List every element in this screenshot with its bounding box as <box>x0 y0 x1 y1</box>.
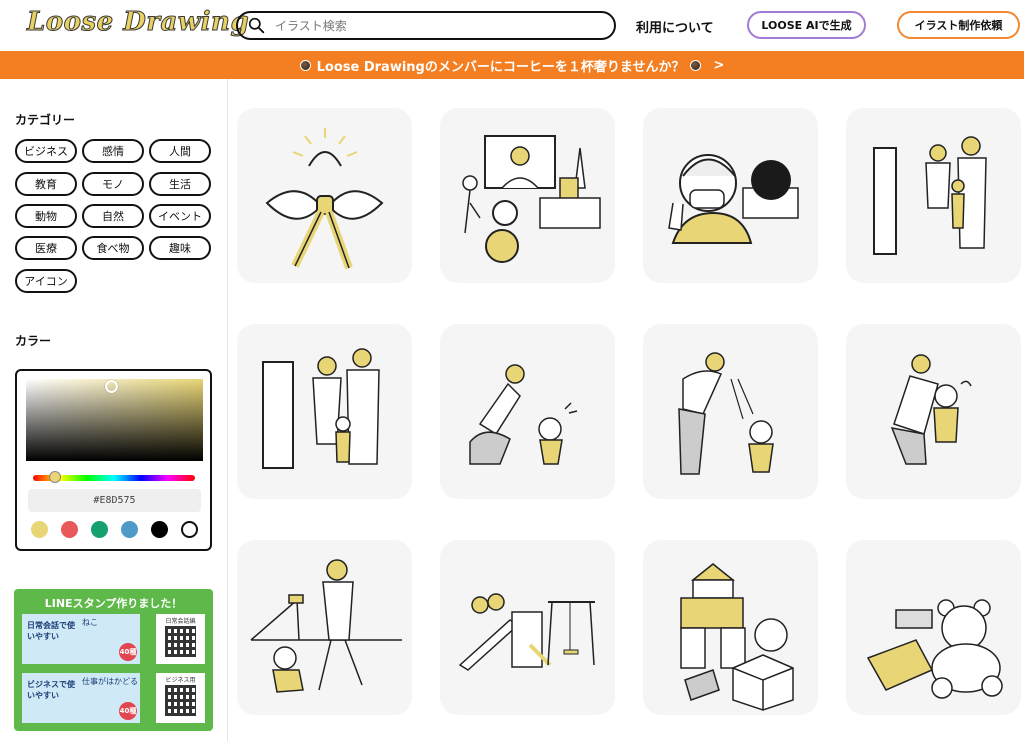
category-chip[interactable]: 趣味 <box>149 236 211 260</box>
swatch-red[interactable] <box>61 521 78 538</box>
stamp-business[interactable]: ビジネスで使いやすい 仕事がはかどる 40種 <box>22 673 140 723</box>
mother-hugging-child-illustration <box>890 354 972 465</box>
parent-scolding-child-illustration <box>678 352 774 475</box>
swatch-blue[interactable] <box>121 521 138 538</box>
illustration-card[interactable] <box>237 324 412 499</box>
category-chip[interactable]: モノ <box>82 172 144 196</box>
illustration-card[interactable] <box>643 540 818 715</box>
illustration-card[interactable] <box>846 540 1021 715</box>
swatch-white[interactable] <box>181 521 198 538</box>
teddy-bear-toys-illustration <box>866 599 1003 699</box>
about-link[interactable]: 利用について <box>636 17 714 36</box>
search-icon <box>248 17 265 34</box>
stamp-count-badge: 40種 <box>119 643 137 661</box>
search-bar[interactable] <box>236 11 616 40</box>
category-chip[interactable]: 教育 <box>15 172 77 196</box>
illustration-card[interactable] <box>237 540 412 715</box>
qr-code-icon <box>165 685 196 716</box>
swatch-green[interactable] <box>91 521 108 538</box>
banner-text: Loose Drawingのメンバーにコーヒーを１杯奢りませんか？ <box>316 59 685 75</box>
sidebar: カテゴリー ビジネス 感情 人間 教育 モノ 生活 動物 自然 イベント 医療 … <box>0 79 228 741</box>
category-chip[interactable]: 食べ物 <box>82 236 144 260</box>
stamp-daily[interactable]: 日常会話で使いやすい ねこ 40種 <box>22 614 140 664</box>
illustration-card[interactable] <box>846 324 1021 499</box>
qr-label: ビジネス用 <box>165 677 196 684</box>
loose-ai-button[interactable]: LOOSE AIで生成 <box>747 11 866 39</box>
playground-equipment-illustration <box>458 593 595 671</box>
category-chip[interactable]: 医療 <box>15 236 77 260</box>
category-chip[interactable]: イベント <box>149 204 211 228</box>
family-at-door-illustration <box>262 348 380 469</box>
qr-code-business[interactable]: ビジネス用 <box>156 673 205 723</box>
toy-blocks-illustration <box>680 563 794 711</box>
category-chip[interactable]: 動物 <box>15 204 77 228</box>
mother-child-walking-illustration <box>469 364 578 465</box>
illustration-card[interactable] <box>643 108 818 283</box>
color-title: カラー <box>15 334 52 348</box>
mask-peace-sign-illustration <box>668 154 799 244</box>
qr-code-daily[interactable]: 日常会話編 <box>156 614 205 664</box>
stamp-text: 日常会話で使いやすい <box>27 621 75 641</box>
hue-handle[interactable] <box>49 471 61 483</box>
illustration-card[interactable] <box>846 108 1021 283</box>
search-input[interactable] <box>275 18 595 33</box>
category-chip[interactable]: 感情 <box>82 139 144 163</box>
stamp-count-badge: 40種 <box>119 702 137 720</box>
swatch-yellow[interactable] <box>31 521 48 538</box>
category-title: カテゴリー <box>15 113 76 127</box>
qr-label: 日常会話編 <box>165 618 196 625</box>
illustration-card[interactable] <box>440 540 615 715</box>
site-logo[interactable]: Loose Drawing <box>26 7 249 38</box>
illustration-card[interactable] <box>237 108 412 283</box>
stamp-sub: 仕事がはかどる <box>82 677 138 686</box>
saturation-handle[interactable] <box>105 380 118 393</box>
tv-city-robot-illustration <box>462 135 601 263</box>
hex-value[interactable]: #E8D575 <box>28 489 201 512</box>
category-chip[interactable]: アイコン <box>15 269 77 293</box>
stamp-text: ビジネスで使いやすい <box>27 680 75 700</box>
illustration-request-button[interactable]: イラスト制作依頼 <box>897 11 1020 39</box>
category-chip[interactable]: 人間 <box>149 139 211 163</box>
line-stamp-promo[interactable]: LINEスタンプ作りました！ 日常会話で使いやすい ねこ 40種 日常会話編 ビ… <box>14 589 213 731</box>
category-chip[interactable]: ビジネス <box>15 139 77 163</box>
coffee-bean-icon <box>690 59 702 71</box>
color-picker: #E8D575 <box>15 369 212 551</box>
ribbon-sunrise-illustration <box>265 128 384 270</box>
swatch-black[interactable] <box>151 521 168 538</box>
chevron-right-icon: > <box>713 57 725 73</box>
illustration-card[interactable] <box>440 324 615 499</box>
category-chip[interactable]: 自然 <box>82 204 144 228</box>
stamp-sub: ねこ <box>82 618 98 627</box>
qr-code-icon <box>165 626 196 657</box>
coffee-banner[interactable]: Loose Drawingのメンバーにコーヒーを１杯奢りませんか？ > <box>0 51 1024 79</box>
header: Loose Drawing 利用について LOOSE AIで生成 イラスト制作依… <box>0 0 1024 50</box>
park-father-toddler-illustration <box>250 559 402 693</box>
family-at-gate-illustration <box>873 136 987 255</box>
category-chip[interactable]: 生活 <box>149 172 211 196</box>
line-promo-title: LINEスタンプ作りました！ <box>44 597 183 610</box>
illustration-card[interactable] <box>643 324 818 499</box>
coffee-bean-icon <box>299 59 311 71</box>
illustration-card[interactable] <box>440 108 615 283</box>
